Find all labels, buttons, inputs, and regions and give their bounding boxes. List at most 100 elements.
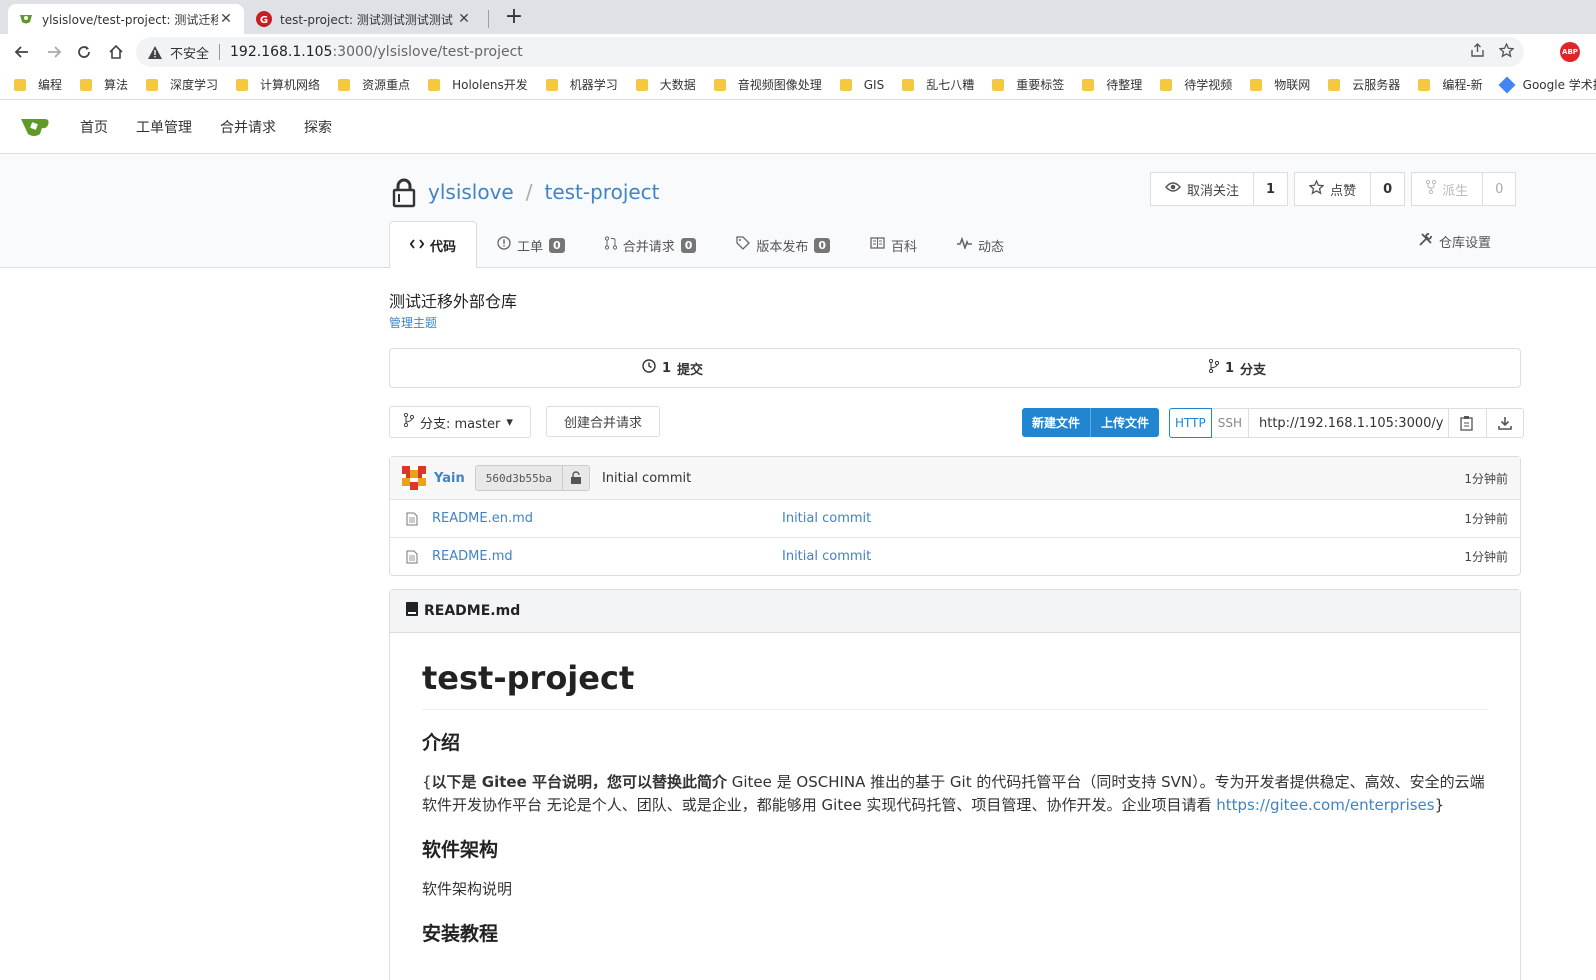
tag-icon [736, 236, 751, 254]
bookmark-folder[interactable]: 待学视频 [1160, 76, 1232, 93]
watch-count[interactable]: 1 [1254, 182, 1287, 197]
adblock-plus-icon[interactable]: ABP [1560, 42, 1580, 62]
create-pull-request-button[interactable]: 创建合并请求 [546, 406, 660, 437]
readme-header: README.md [390, 590, 1520, 633]
bookmark-google-scholar[interactable]: Google 学术搜索 [1498, 76, 1596, 93]
repo-name-link[interactable]: test-project [544, 180, 659, 204]
nav-home[interactable]: 首页 [80, 117, 108, 137]
commit-message[interactable]: Initial commit [602, 471, 691, 486]
new-file-button[interactable]: 新建文件 [1022, 408, 1090, 437]
warning-icon[interactable] [148, 45, 164, 59]
back-arrow-icon[interactable] [8, 38, 36, 66]
folder-icon [1160, 78, 1173, 91]
readme-intro-paragraph: {以下是 Gitee 平台说明，您可以替换此简介 Gitee 是 OSCHINA… [422, 773, 1485, 814]
bookmark-folder[interactable]: 云服务器 [1328, 76, 1400, 93]
branch-dropdown[interactable]: 分支: master ▾ [389, 406, 531, 438]
http-clone-button[interactable]: HTTP [1169, 408, 1212, 438]
repo-title-slash: / [525, 180, 533, 204]
file-name-link[interactable]: README.md [432, 549, 782, 564]
bookmark-folder[interactable]: 编程-新 [1418, 76, 1483, 93]
bookmark-folder[interactable]: 深度学习 [146, 76, 218, 93]
folder-icon [14, 78, 26, 91]
repo-stats-bar: 1 提交 1 分支 [389, 348, 1521, 388]
folder-icon [80, 78, 93, 91]
readme-content: test-project 介绍 {以下是 Gitee 平台说明，您可以替换此简介… [390, 659, 1520, 946]
folder-icon [635, 78, 648, 91]
bookmark-folder[interactable]: 待整理 [1082, 76, 1142, 93]
file-commit-link[interactable]: Initial commit [782, 549, 871, 564]
pulse-icon [957, 236, 973, 253]
fork-button[interactable]: 派生 0 [1411, 172, 1517, 206]
close-tab-icon[interactable]: ✕ [218, 11, 234, 27]
star-button[interactable]: 点赞 0 [1294, 172, 1406, 206]
close-tab-icon[interactable]: ✕ [456, 11, 472, 27]
browser-tab-title: ylsislove/test-project: 测试迁移 [42, 12, 218, 27]
commit-sha-button[interactable]: 560d3b55ba [474, 465, 590, 491]
fork-count[interactable]: 0 [1483, 182, 1515, 197]
issue-icon [497, 236, 511, 254]
browser-tab-active[interactable]: ylsislove/test-project: 测试迁移 ✕ [8, 4, 244, 34]
not-secure-label[interactable]: 不安全 [170, 43, 209, 62]
commits-stat[interactable]: 1 提交 [390, 349, 955, 387]
tab-pull-requests[interactable]: 合并请求 0 [585, 222, 717, 268]
address-bar[interactable]: 不安全 192.168.1.105:3000/ylsislove/test-pr… [136, 37, 1524, 67]
upload-file-button[interactable]: 上传文件 [1090, 408, 1159, 437]
reload-icon[interactable] [70, 38, 98, 66]
bookmark-folder[interactable]: 音视频图像处理 [713, 76, 822, 93]
file-time: 1分钟前 [1464, 550, 1508, 564]
unwatch-button[interactable]: 取消关注 1 [1150, 172, 1289, 206]
tab-issues[interactable]: 工单 0 [477, 222, 585, 268]
url-text[interactable]: 192.168.1.105:3000/ylsislove/test-projec… [230, 44, 523, 60]
download-icon[interactable] [1485, 409, 1523, 437]
forward-arrow-icon[interactable] [40, 38, 68, 66]
avatar[interactable] [402, 466, 426, 490]
readme-title: test-project [422, 659, 1488, 710]
bookmark-folder[interactable]: 物联网 [1250, 76, 1310, 93]
branch-icon [403, 412, 415, 431]
gitea-logo-icon[interactable] [20, 116, 50, 138]
tab-activity[interactable]: 动态 [937, 222, 1024, 268]
home-icon[interactable] [102, 38, 130, 66]
pulls-count-badge: 0 [680, 237, 697, 253]
share-icon[interactable] [1470, 43, 1485, 62]
nav-explore[interactable]: 探索 [304, 117, 332, 137]
folder-icon [1250, 78, 1263, 91]
branches-stat[interactable]: 1 分支 [955, 349, 1520, 387]
file-time: 1分钟前 [1464, 512, 1508, 526]
new-tab-icon[interactable]: + [500, 4, 528, 32]
commit-author-link[interactable]: Yain [434, 471, 465, 486]
tab-code[interactable]: 代码 [389, 221, 478, 268]
bookmark-folder[interactable]: 编程 [14, 76, 62, 93]
star-count[interactable]: 0 [1371, 182, 1404, 197]
commit-sha[interactable]: 560d3b55ba [476, 466, 563, 490]
nav-issues[interactable]: 工单管理 [136, 117, 192, 137]
main-nav: 首页 工单管理 合并请求 探索 [66, 100, 346, 154]
bookmark-star-icon[interactable] [1498, 42, 1515, 62]
nav-pulls[interactable]: 合并请求 [220, 117, 276, 137]
tab-releases[interactable]: 版本发布 0 [716, 222, 850, 268]
browser-tab[interactable]: G test-project: 测试测试测试测试 ✕ [246, 4, 482, 34]
bookmark-folder[interactable]: Hololens开发 [428, 76, 528, 93]
file-commit-link[interactable]: Initial commit [782, 511, 871, 526]
copy-clipboard-icon[interactable] [1449, 409, 1486, 437]
repo-owner-link[interactable]: ylsislove [428, 180, 514, 204]
bookmark-folder[interactable]: 资源重点 [338, 76, 410, 93]
bookmark-folder[interactable]: 算法 [80, 76, 128, 93]
file-name-link[interactable]: README.en.md [432, 511, 782, 526]
bookmark-folder[interactable]: 大数据 [635, 76, 696, 93]
gitee-enterprises-link[interactable]: https://gitee.com/enterprises [1216, 796, 1434, 814]
bookmark-folder[interactable]: GIS [839, 78, 884, 92]
bookmark-folder[interactable]: 计算机网络 [236, 76, 320, 93]
manage-topics-link[interactable]: 管理主题 [389, 314, 437, 331]
bookmark-folder[interactable]: 机器学习 [545, 76, 618, 93]
repo-tabs: 代码 工单 0 合并请求 0 版本发布 0 百科 动态 [389, 221, 1024, 268]
clone-url-input[interactable]: http://192.168.1.105:3000/y [1249, 409, 1449, 437]
file-icon [406, 550, 418, 564]
bookmark-folder[interactable]: 重要标签 [992, 76, 1064, 93]
bookmark-folder[interactable]: 乱七八糟 [902, 76, 974, 93]
lock-icon [392, 178, 416, 208]
browser-tab-strip: ylsislove/test-project: 测试迁移 ✕ G test-pr… [0, 0, 1596, 34]
ssh-clone-button[interactable]: SSH [1212, 409, 1249, 437]
tab-wiki[interactable]: 百科 [850, 222, 937, 268]
tab-repo-settings[interactable]: 仓库设置 [1418, 232, 1491, 251]
